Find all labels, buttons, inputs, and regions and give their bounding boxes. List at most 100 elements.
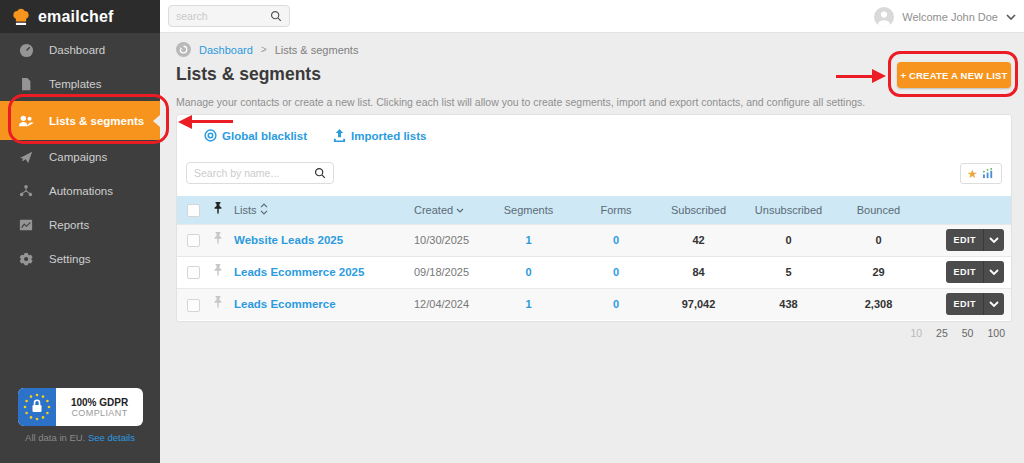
unsubscribed-count: 5 [741, 256, 836, 288]
favorites-stats-button[interactable]: ★ [960, 163, 1002, 184]
automation-tree-icon [18, 183, 34, 199]
sidebar-item-label: Settings [49, 253, 91, 265]
row-checkbox[interactable] [187, 299, 200, 312]
gdpr-see-details-link[interactable]: See details [88, 432, 135, 443]
chevron-down-icon[interactable] [456, 208, 464, 213]
sidebar-item-label: Dashboard [49, 44, 105, 56]
brand-logo[interactable]: emailchef [0, 0, 160, 33]
forms-count-link[interactable]: 0 [613, 234, 619, 246]
edit-button[interactable]: EDIT [946, 293, 983, 315]
unsubscribed-count: 0 [741, 224, 836, 256]
sidebar-item-reports[interactable]: Reports [0, 208, 160, 242]
global-blacklist-link[interactable]: Global blacklist [204, 129, 307, 142]
edit-dropdown-button[interactable] [983, 229, 1004, 251]
bounced-count: 2,308 [836, 288, 921, 320]
pin-icon[interactable] [213, 232, 223, 245]
sidebar-item-label: Templates [49, 78, 101, 90]
pin-icon [213, 202, 223, 215]
sidebar-item-campaigns[interactable]: Campaigns [0, 140, 160, 174]
sidebar-item-label: Lists & segments [49, 115, 144, 127]
lists-panel: Global blacklist Imported lists ★ [176, 114, 1012, 322]
breadcrumb-current: Lists & segments [275, 44, 359, 56]
sidebar-item-templates[interactable]: Templates [0, 67, 160, 101]
edit-button[interactable]: EDIT [946, 229, 983, 251]
gdpr-line1: 100% GDPR [71, 397, 128, 408]
column-created[interactable]: Created [414, 204, 453, 216]
panel-links: Global blacklist Imported lists [204, 129, 426, 142]
bounced-count: 0 [836, 224, 921, 256]
main-content: Dashboard > Lists & segments Lists & seg… [160, 33, 1024, 463]
column-subscribed: Subscribed [671, 204, 726, 216]
created-date: 12/04/2024 [401, 288, 481, 320]
page-size-25[interactable]: 25 [936, 327, 948, 339]
global-search[interactable] [168, 5, 290, 27]
forms-count-link[interactable]: 0 [613, 298, 619, 310]
create-new-list-button[interactable]: + CREATE A NEW LIST [897, 62, 1011, 88]
report-chart-icon [18, 217, 34, 233]
breadcrumb-dashboard-link[interactable]: Dashboard [199, 44, 253, 56]
eu-flag-lock-icon [18, 388, 56, 426]
edit-dropdown-button[interactable] [983, 261, 1004, 283]
search-by-name-input[interactable] [194, 167, 314, 179]
edit-button[interactable]: EDIT [946, 261, 983, 283]
pin-icon[interactable] [213, 296, 223, 309]
sidebar-nav: Dashboard Templates Lists & segments Cam… [0, 33, 160, 276]
page-size-100[interactable]: 100 [987, 327, 1005, 339]
global-search-input[interactable] [176, 10, 270, 22]
sidebar-item-lists-segments[interactable]: Lists & segments [0, 101, 160, 140]
imported-lists-link[interactable]: Imported lists [333, 129, 426, 142]
table-row: Website Leads 2025 10/30/2025 1 0 42 0 0… [177, 224, 1011, 256]
topbar: Welcome John Doe [160, 0, 1024, 33]
page-title: Lists & segments [176, 64, 321, 85]
gdpr-footer-text: All data in EU. [25, 432, 85, 443]
page-size-10[interactable]: 10 [910, 327, 922, 339]
sidebar-item-label: Campaigns [49, 151, 107, 163]
edit-dropdown-button[interactable] [983, 293, 1004, 315]
list-name-link[interactable]: Website Leads 2025 [234, 234, 343, 246]
list-name-link[interactable]: Leads Ecommerce [234, 298, 336, 310]
global-blacklist-label: Global blacklist [222, 130, 307, 142]
sidebar-item-dashboard[interactable]: Dashboard [0, 33, 160, 67]
subscribed-count: 84 [656, 256, 741, 288]
search-icon [270, 10, 282, 22]
row-checkbox[interactable] [187, 266, 200, 279]
table-row: Leads Ecommerce 2025 09/18/2025 0 0 84 5… [177, 256, 1011, 288]
users-icon [18, 113, 34, 129]
sidebar-item-settings[interactable]: Settings [0, 242, 160, 276]
created-date: 10/30/2025 [401, 224, 481, 256]
column-unsubscribed: Unsubscribed [755, 204, 822, 216]
pin-icon[interactable] [213, 264, 223, 277]
user-menu[interactable]: Welcome John Doe [874, 0, 1016, 33]
upload-icon [333, 129, 346, 142]
column-lists[interactable]: Lists [234, 204, 257, 216]
segments-count-link[interactable]: 0 [525, 266, 531, 278]
welcome-text: Welcome John Doe [902, 11, 998, 23]
blacklist-icon [204, 129, 217, 142]
document-icon [18, 76, 34, 92]
row-checkbox[interactable] [187, 234, 200, 247]
avatar [874, 7, 894, 27]
bounced-count: 29 [836, 256, 921, 288]
brand-name: emailchef [38, 8, 114, 26]
unsubscribed-count: 438 [741, 288, 836, 320]
segments-count-link[interactable]: 1 [525, 298, 531, 310]
sort-icon[interactable] [260, 203, 268, 215]
search-by-name[interactable] [186, 162, 334, 184]
sidebar-item-automations[interactable]: Automations [0, 174, 160, 208]
sidebar: emailchef Dashboard Templates Lists & se… [0, 0, 160, 463]
list-name-link[interactable]: Leads Ecommerce 2025 [234, 266, 364, 278]
lists-table: Lists Created Segments Forms Subscribed … [177, 196, 1011, 320]
breadcrumb-home-icon [176, 42, 191, 57]
search-icon [314, 167, 326, 179]
select-all-checkbox[interactable] [187, 204, 200, 217]
breadcrumb-separator: > [261, 44, 267, 55]
column-bounced: Bounced [857, 204, 900, 216]
breadcrumb: Dashboard > Lists & segments [176, 42, 358, 57]
gear-icon [18, 251, 34, 267]
gdpr-line2: COMPLIANT [71, 408, 127, 418]
forms-count-link[interactable]: 0 [613, 266, 619, 278]
page-description: Manage your contacts or create a new lis… [176, 96, 865, 108]
page-size-50[interactable]: 50 [962, 327, 974, 339]
segments-count-link[interactable]: 1 [525, 234, 531, 246]
column-segments: Segments [504, 204, 554, 216]
